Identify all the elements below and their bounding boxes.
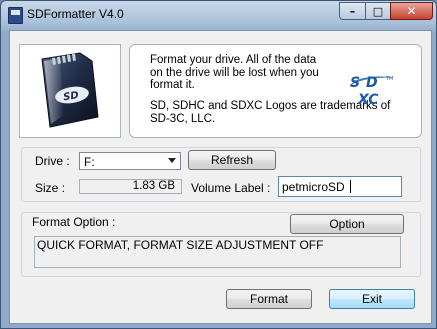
maximize-button[interactable]: □: [365, 2, 391, 20]
exit-button[interactable]: Exit: [329, 289, 415, 309]
app-icon: [8, 7, 23, 24]
size-label: Size :: [35, 181, 66, 195]
minimize-icon: –: [349, 4, 356, 18]
drive-select[interactable]: F:: [79, 152, 181, 170]
svg-text:XC: XC: [357, 92, 379, 108]
svg-text:S: S: [350, 75, 360, 91]
format-option-value: QUICK FORMAT, FORMAT SIZE ADJUSTMENT OFF: [37, 238, 324, 252]
window-title: SDFormatter V4.0: [27, 7, 124, 21]
close-button[interactable]: ✕: [390, 2, 433, 20]
drive-label: Drive :: [35, 154, 70, 168]
format-button[interactable]: Format: [226, 289, 312, 309]
maximize-icon: □: [372, 4, 384, 18]
svg-text:TM: TM: [385, 76, 393, 82]
chevron-down-icon: [168, 158, 176, 163]
refresh-button[interactable]: Refresh: [188, 150, 276, 170]
volume-label-value: petmicroSD: [282, 180, 345, 194]
option-button[interactable]: Option: [290, 214, 404, 234]
text-caret: [350, 180, 351, 193]
size-value: 1.83 GB: [132, 180, 175, 192]
close-icon: ✕: [406, 4, 417, 18]
minimize-button[interactable]: –: [339, 2, 366, 20]
format-option-display: QUICK FORMAT, FORMAT SIZE ADJUSTMENT OFF: [34, 236, 401, 268]
title-bar[interactable]: SDFormatter V4.0 – □ ✕: [1, 1, 436, 29]
sd-card-panel: SD: [19, 44, 121, 138]
format-option-label: Format Option :: [32, 215, 116, 229]
info-panel: Format your drive. All of the data on th…: [129, 44, 422, 138]
format-warning-text: Format your drive. All of the data on th…: [150, 54, 319, 91]
volume-label-input[interactable]: petmicroSD: [278, 176, 402, 197]
drive-select-value: F:: [84, 155, 95, 169]
sdxc-logo: S D XC TM: [349, 75, 394, 108]
volume-label-label: Volume Label :: [191, 181, 271, 195]
svg-text:D: D: [366, 75, 378, 91]
sd-card-icon: SD: [41, 52, 99, 128]
window-frame: SDFormatter V4.0 – □ ✕ SD Format your dr…: [0, 0, 437, 329]
dialog-client: SD Format your drive. All of the data on…: [9, 30, 432, 324]
size-field: 1.83 GB: [79, 179, 182, 194]
